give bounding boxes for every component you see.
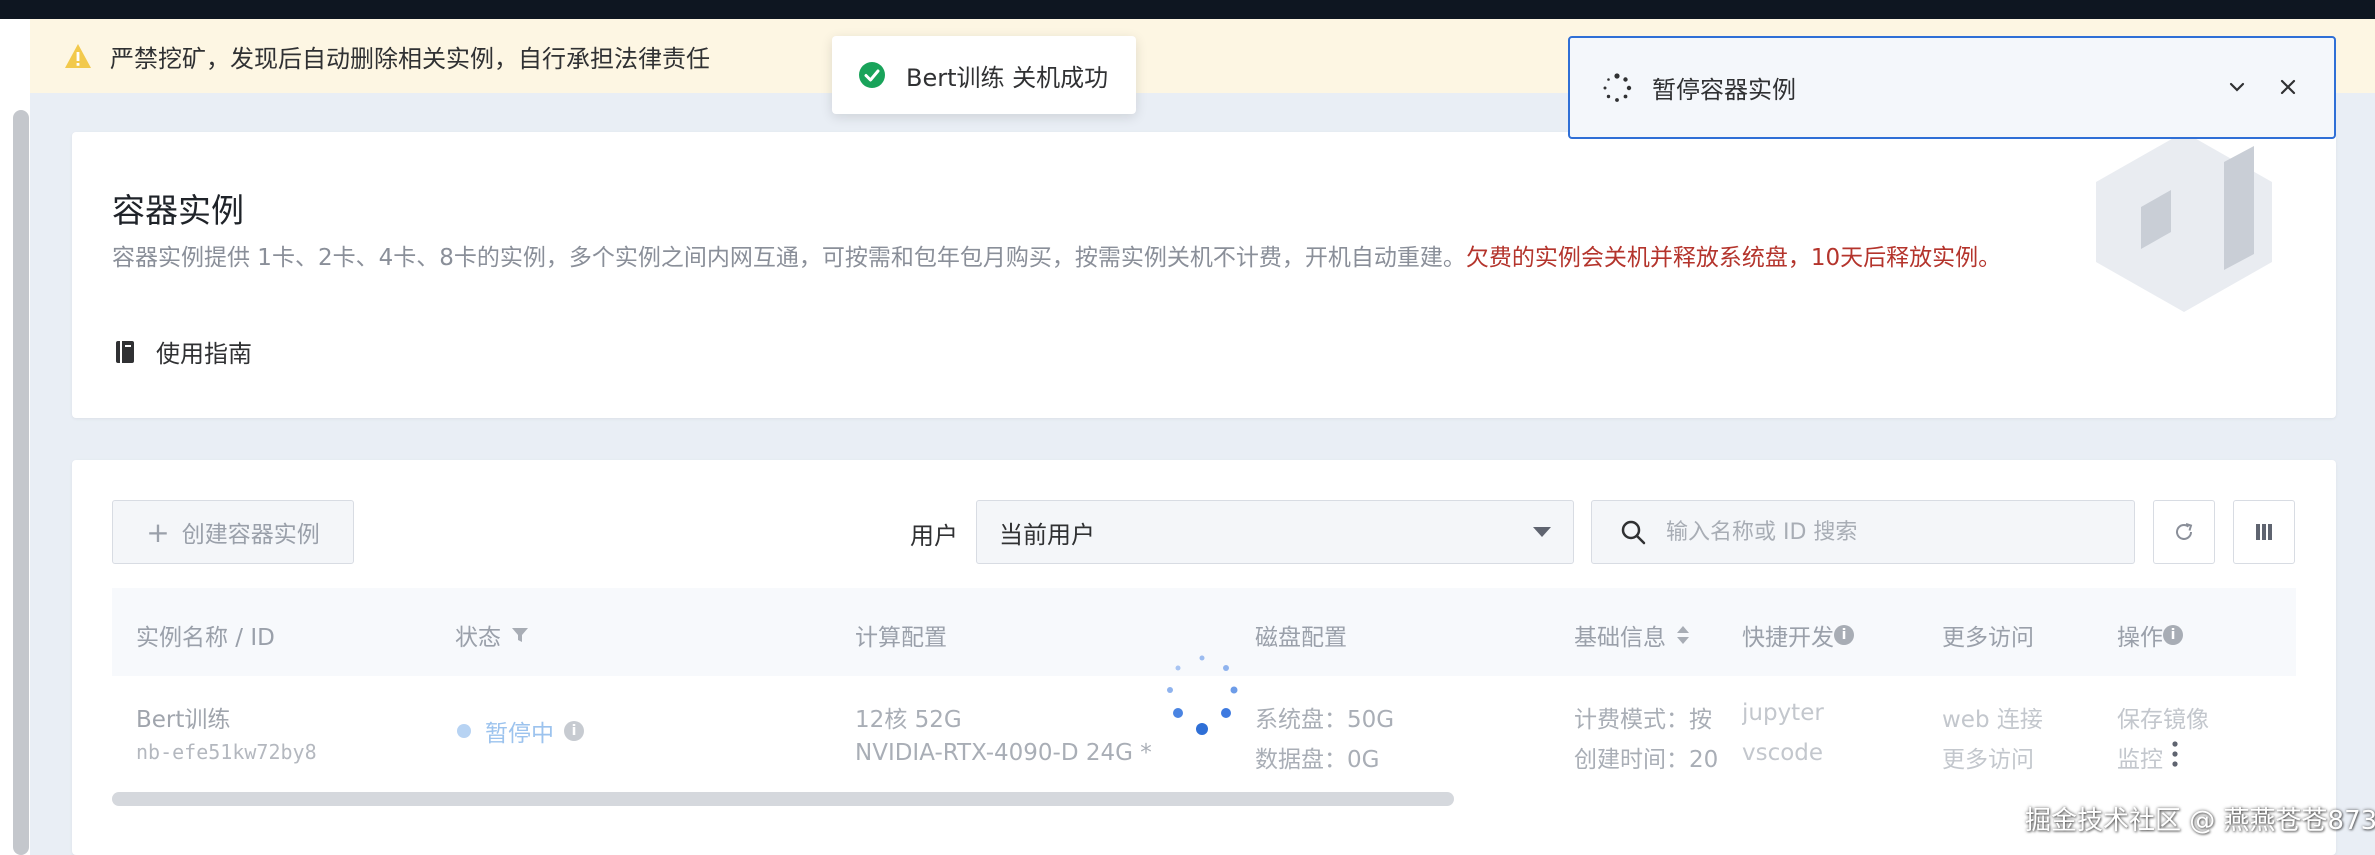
search-box bbox=[1591, 500, 2135, 564]
search-input[interactable] bbox=[1666, 519, 2106, 545]
user-select-value: 当前用户 bbox=[999, 520, 1095, 549]
cube-illustration bbox=[2096, 132, 2272, 312]
search-icon bbox=[1621, 520, 1646, 545]
web-connect-link[interactable]: web 连接 bbox=[1942, 700, 2043, 734]
intro-arrears-warning: 欠费的实例会关机并释放系统盘，10天后释放实例。 bbox=[1465, 245, 2002, 271]
sort-icon[interactable] bbox=[1676, 624, 1690, 646]
page-title: 容器实例 bbox=[112, 191, 244, 230]
filter-icon[interactable] bbox=[511, 626, 529, 644]
book-icon bbox=[116, 340, 134, 363]
status-text: 暂停中 bbox=[485, 721, 554, 747]
user-select[interactable]: 当前用户 bbox=[976, 500, 1574, 564]
col-basic[interactable]: 基础信息 bbox=[1574, 618, 1690, 652]
create-instance-label: 创建容器实例 bbox=[181, 522, 320, 548]
col-dev: 快捷开发 i bbox=[1742, 618, 1854, 652]
status-info-icon[interactable]: i bbox=[564, 721, 584, 741]
compute-cpu: 12核 52G bbox=[855, 707, 962, 733]
info-icon: i bbox=[1834, 625, 1854, 645]
create-instance-button[interactable]: + 创建容器实例 bbox=[112, 500, 354, 564]
warning-icon bbox=[65, 44, 91, 68]
disk-system: 系统盘：50G bbox=[1255, 707, 1395, 733]
col-ops: 操作 i bbox=[2117, 618, 2183, 652]
watermark: 掘金技术社区 @ 燕燕苍苍873 bbox=[2025, 806, 2375, 836]
info-icon: i bbox=[2163, 625, 2183, 645]
col-disk: 磁盘配置 bbox=[1255, 625, 1347, 651]
user-filter-label: 用户 bbox=[910, 522, 958, 550]
compute-gpu: NVIDIA-RTX-4090-D 24G * 1 bbox=[855, 740, 1155, 766]
window-top-bar bbox=[0, 0, 2375, 19]
refresh-button[interactable] bbox=[2153, 500, 2215, 564]
toast-text: Bert训练 关机成功 bbox=[906, 63, 1109, 92]
instance-id: nb-efe51kw72by8 bbox=[136, 740, 317, 764]
close-icon[interactable] bbox=[2277, 76, 2299, 98]
save-image-link[interactable]: 保存镜像 bbox=[2117, 700, 2209, 734]
jupyter-link[interactable]: jupyter bbox=[1742, 700, 1824, 726]
col-status[interactable]: 状态 bbox=[455, 618, 529, 652]
plus-icon: + bbox=[146, 515, 170, 549]
success-toast: Bert训练 关机成功 bbox=[832, 36, 1136, 114]
usage-guide-link[interactable]: 使用指南 bbox=[114, 334, 252, 369]
billing-mode: 计费模式：按 bbox=[1574, 707, 1712, 733]
created-time: 创建时间：20 bbox=[1574, 747, 1719, 773]
intro-card: 容器实例 容器实例提供 1卡、2卡、4卡、8卡的实例，多个实例之间内网互通，可按… bbox=[72, 132, 2336, 418]
status-dot bbox=[457, 724, 471, 738]
status-badge: 暂停中 i bbox=[457, 714, 584, 748]
task-notification: 暂停容器实例 bbox=[1568, 36, 2336, 139]
caret-down-icon bbox=[1533, 527, 1551, 537]
warning-text: 严禁挖矿，发现后自动删除相关实例，自行承担法律责任 bbox=[110, 44, 710, 73]
col-compute: 计算配置 bbox=[855, 625, 947, 651]
more-actions-icon[interactable] bbox=[2170, 740, 2180, 768]
monitor-link[interactable]: 监控 bbox=[2117, 740, 2163, 774]
col-access: 更多访问 bbox=[1942, 625, 2034, 651]
page-scrollbar[interactable] bbox=[13, 110, 29, 855]
intro-description: 容器实例提供 1卡、2卡、4卡、8卡的实例，多个实例之间内网互通，可按需和包年包… bbox=[112, 238, 2092, 278]
instance-name: Bert训练 bbox=[136, 707, 231, 733]
disk-data: 数据盘：0G bbox=[1255, 747, 1380, 773]
instance-list-card: + 创建容器实例 用户 当前用户 实例名称 / ID 状态 计算配置 磁盘配置 bbox=[72, 460, 2336, 855]
vscode-link[interactable]: vscode bbox=[1742, 740, 1823, 766]
more-access-link[interactable]: 更多访问 bbox=[1942, 740, 2034, 774]
col-name: 实例名称 / ID bbox=[136, 625, 275, 651]
chevron-down-icon[interactable] bbox=[2226, 76, 2248, 98]
check-circle-icon bbox=[859, 62, 885, 88]
columns-icon bbox=[2256, 524, 2272, 540]
loading-icon bbox=[1603, 72, 1632, 102]
loading-spinner-icon bbox=[1167, 655, 1238, 735]
column-settings-button[interactable] bbox=[2233, 500, 2295, 564]
notification-title: 暂停容器实例 bbox=[1652, 76, 1796, 104]
table-horizontal-scrollbar[interactable] bbox=[112, 792, 1454, 806]
usage-guide-label: 使用指南 bbox=[156, 340, 252, 368]
intro-description-text: 容器实例提供 1卡、2卡、4卡、8卡的实例，多个实例之间内网互通，可按需和包年包… bbox=[112, 245, 1466, 271]
refresh-icon bbox=[2176, 523, 2193, 540]
